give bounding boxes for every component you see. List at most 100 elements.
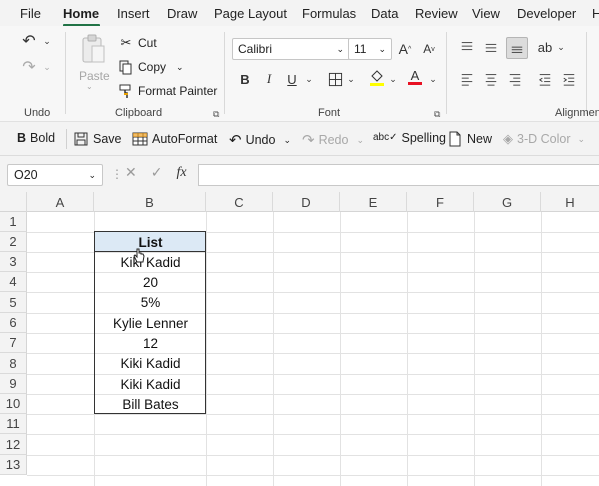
- align-right-icon[interactable]: [506, 70, 524, 88]
- bold-button[interactable]: B: [236, 70, 254, 88]
- menu-help[interactable]: H: [592, 6, 599, 21]
- chevron-down-icon[interactable]: ⌄: [356, 135, 364, 146]
- column-header[interactable]: C: [206, 192, 273, 212]
- list-cell[interactable]: Kylie Lenner: [95, 313, 206, 333]
- copy-button[interactable]: Copy ⌄: [118, 59, 184, 75]
- qat-3d-color-button[interactable]: ◈ 3-D Color ⌄: [503, 131, 585, 147]
- insert-function-icon[interactable]: fx: [176, 165, 186, 181]
- column-header[interactable]: G: [474, 192, 541, 212]
- list-header-cell[interactable]: List: [95, 232, 206, 252]
- menu-home[interactable]: Home: [63, 6, 99, 21]
- chevron-down-icon[interactable]: ⌄: [578, 134, 586, 145]
- align-left-icon[interactable]: [458, 70, 476, 88]
- row-header[interactable]: 7: [0, 333, 27, 353]
- row-header[interactable]: 6: [0, 313, 27, 333]
- qat-bold-button[interactable]: B Bold: [17, 131, 55, 145]
- format-painter-button[interactable]: Format Painter: [118, 83, 217, 99]
- qat-undo-button[interactable]: ↶ Undo ⌄: [229, 131, 291, 149]
- column-header[interactable]: D: [273, 192, 340, 212]
- row-header[interactable]: 3: [0, 252, 27, 272]
- row-header[interactable]: 8: [0, 353, 27, 374]
- row-header[interactable]: 11: [0, 414, 27, 434]
- qat-spelling-button[interactable]: abc✓ Spelling: [373, 131, 446, 145]
- italic-button[interactable]: I: [260, 70, 278, 88]
- font-color-icon[interactable]: A: [406, 68, 424, 86]
- list-cell[interactable]: 5%: [95, 292, 206, 313]
- shrink-font-icon[interactable]: Av: [420, 40, 438, 58]
- align-middle-icon[interactable]: [482, 38, 500, 56]
- cut-button[interactable]: ✂ Cut: [118, 35, 157, 51]
- row-header[interactable]: 13: [0, 455, 27, 475]
- name-box[interactable]: O20 ⌄: [7, 164, 103, 186]
- cancel-icon[interactable]: ✕: [125, 164, 137, 181]
- undo-icon[interactable]: ↶: [20, 32, 38, 50]
- column-header[interactable]: A: [27, 192, 94, 212]
- column-header[interactable]: E: [340, 192, 407, 212]
- undo-dropdown-icon[interactable]: ⌄: [38, 32, 56, 50]
- paste-icon[interactable]: [80, 34, 106, 64]
- qat-new-button[interactable]: New: [447, 131, 492, 147]
- menu-review[interactable]: Review: [415, 6, 458, 21]
- font-size-select[interactable]: 11 ⌄: [348, 38, 392, 60]
- row-header[interactable]: 2: [0, 232, 27, 252]
- increase-indent-icon[interactable]: [560, 70, 578, 88]
- row-header[interactable]: 10: [0, 394, 27, 414]
- qat-new-label: New: [467, 132, 493, 146]
- menu-developer[interactable]: Developer: [517, 6, 576, 21]
- decrease-indent-icon[interactable]: [536, 70, 554, 88]
- row-header[interactable]: 4: [0, 272, 27, 292]
- clipboard-launcher-icon[interactable]: ⧉: [213, 109, 219, 120]
- paste-dropdown-icon[interactable]: ⌄: [86, 82, 93, 91]
- fill-color-dropdown-icon[interactable]: ⌄: [384, 70, 402, 88]
- font-color-dropdown-icon[interactable]: ⌄: [424, 70, 442, 88]
- borders-dropdown-icon[interactable]: ⌄: [342, 70, 360, 88]
- font-name-select[interactable]: Calibri ⌄: [232, 38, 350, 60]
- column-header[interactable]: B: [94, 192, 206, 212]
- list-cell[interactable]: Kiki Kadid: [95, 374, 206, 394]
- paste-button[interactable]: Paste: [79, 69, 110, 83]
- worksheet-grid[interactable]: A B C D E F G H 1 2 3 4 5 6 7 8 9 10 11 …: [0, 192, 599, 486]
- list-cell[interactable]: 12: [95, 333, 206, 353]
- column-header-row: A B C D E F G H: [0, 192, 599, 212]
- menu-data[interactable]: Data: [371, 6, 398, 21]
- formula-input[interactable]: [198, 164, 599, 186]
- copy-dropdown-icon[interactable]: ⌄: [176, 62, 184, 73]
- menu-insert[interactable]: Insert: [117, 6, 150, 21]
- menu-draw[interactable]: Draw: [167, 6, 197, 21]
- list-cell[interactable]: Kiki Kadid: [95, 353, 206, 374]
- row-header[interactable]: 1: [0, 212, 27, 232]
- formula-bar: O20 ⌄ ⋮ ✕ ✓ fx: [0, 156, 599, 192]
- redo-icon[interactable]: ↷: [20, 58, 38, 76]
- redo-dropdown-icon[interactable]: ⌄: [38, 58, 56, 76]
- chevron-down-icon[interactable]: ⌄: [283, 135, 291, 146]
- formula-buttons: ✕ ✓ fx: [125, 164, 187, 181]
- chevron-down-icon[interactable]: ⌄: [88, 170, 96, 181]
- list-cell[interactable]: 20: [95, 272, 206, 292]
- enter-icon[interactable]: ✓: [151, 164, 163, 181]
- menu-formulas[interactable]: Formulas: [302, 6, 356, 21]
- orientation-dropdown-icon[interactable]: ⌄: [552, 38, 570, 56]
- menu-view[interactable]: View: [472, 6, 500, 21]
- row-header[interactable]: 12: [0, 434, 27, 455]
- gridline: [27, 475, 599, 476]
- align-center-icon[interactable]: [482, 70, 500, 88]
- list-cell[interactable]: Bill Bates: [95, 394, 206, 414]
- qat-autoformat-button[interactable]: AutoFormat: [132, 131, 217, 147]
- qat-save-button[interactable]: Save: [73, 131, 122, 147]
- column-header[interactable]: F: [407, 192, 474, 212]
- gridline: [27, 434, 599, 435]
- menu-file[interactable]: File: [20, 6, 41, 21]
- select-all-corner[interactable]: [0, 192, 27, 212]
- column-header[interactable]: H: [541, 192, 599, 212]
- row-header[interactable]: 5: [0, 292, 27, 313]
- qat-redo-button[interactable]: ↷ Redo ⌄: [302, 131, 364, 149]
- underline-dropdown-icon[interactable]: ⌄: [300, 70, 318, 88]
- font-launcher-icon[interactable]: ⧉: [434, 109, 440, 120]
- underline-button[interactable]: U: [283, 70, 301, 88]
- list-cell[interactable]: Kiki Kadid: [95, 252, 206, 272]
- row-header[interactable]: 9: [0, 374, 27, 394]
- align-top-icon[interactable]: [458, 38, 476, 56]
- align-bottom-icon[interactable]: [506, 37, 528, 59]
- grow-font-icon[interactable]: A ^: [396, 40, 414, 58]
- menu-page-layout[interactable]: Page Layout: [214, 6, 287, 21]
